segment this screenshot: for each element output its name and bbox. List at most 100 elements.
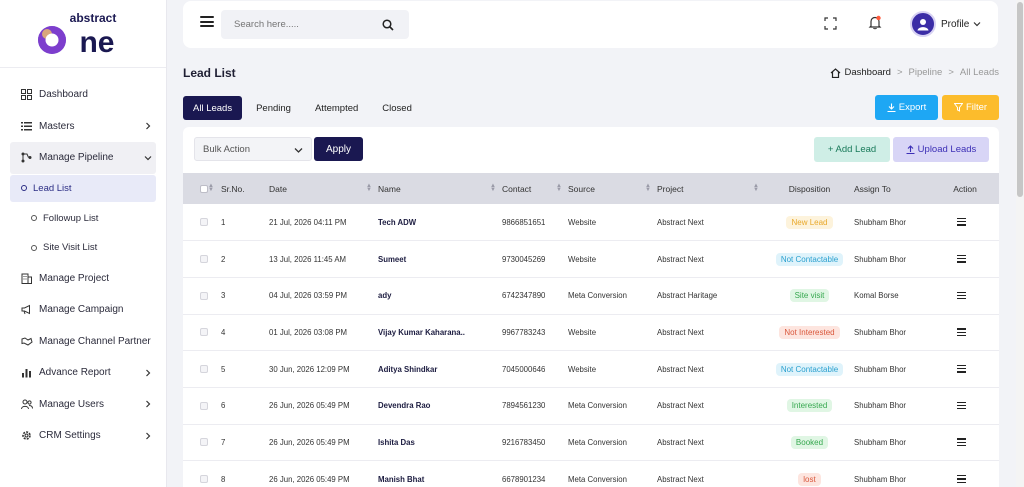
- sort-icon[interactable]: ▲ ▼: [645, 183, 651, 193]
- building-icon: [20, 272, 33, 285]
- row-checkbox[interactable]: [200, 328, 208, 337]
- tab-all-leads[interactable]: All Leads: [183, 96, 243, 120]
- breadcrumb-home[interactable]: Dashboard: [830, 67, 891, 78]
- row-name[interactable]: Vijay Kumar Kaharana..: [378, 314, 502, 351]
- row-name[interactable]: Devendra Rao: [378, 387, 502, 424]
- sidebar-item-advance-report[interactable]: Advance Report: [0, 357, 166, 389]
- sidebar-item-manage-channel-partner[interactable]: Manage Channel Partner: [0, 326, 166, 358]
- column-header-disposition[interactable]: Disposition: [765, 173, 854, 204]
- breadcrumb-item-dashboard[interactable]: Dashboard: [844, 67, 890, 78]
- column-header-assign-to[interactable]: Assign To: [854, 173, 931, 204]
- row-name[interactable]: Sumeet: [378, 241, 502, 278]
- row-action-menu-icon[interactable]: [957, 475, 966, 483]
- column-header-contact[interactable]: Contact ▲ ▼: [502, 173, 568, 204]
- sidebar-subitem-followup-list[interactable]: Followup List: [10, 204, 156, 234]
- page-scrollbar[interactable]: [1016, 0, 1024, 487]
- table-row[interactable]: 5 30 Jun, 2026 12:09 PM Aditya Shindkar …: [183, 351, 999, 388]
- bulk-action-select[interactable]: Bulk Action: [194, 137, 312, 161]
- sidebar-item-dashboard[interactable]: Dashboard: [0, 79, 166, 111]
- sidebar-subitem-lead-list[interactable]: Lead List: [10, 174, 156, 202]
- sidebar-item-crm-settings[interactable]: CRM Settings: [0, 420, 166, 452]
- table-row[interactable]: 4 01 Jul, 2026 03:08 PM Vijay Kumar Kaha…: [183, 314, 999, 351]
- search-icon[interactable]: [382, 18, 394, 36]
- row-checkbox[interactable]: [200, 438, 208, 447]
- tab-attempted[interactable]: Attempted: [305, 96, 368, 120]
- export-button[interactable]: Export: [875, 95, 938, 120]
- status-badge: Not Contactable: [775, 362, 844, 376]
- sort-icon[interactable]: ▲ ▼: [753, 183, 759, 193]
- select-all-checkbox[interactable]: [200, 184, 208, 193]
- sidebar-item-masters[interactable]: Masters: [0, 111, 166, 143]
- sidebar-subitem-site-visit-list[interactable]: Site Visit List: [10, 233, 156, 263]
- table-row[interactable]: 8 26 Jun, 2026 05:49 PM Manish Bhat 6678…: [183, 461, 999, 487]
- row-action-menu-icon[interactable]: [957, 218, 966, 226]
- sort-icon[interactable]: ▲ ▼: [490, 183, 496, 193]
- row-action-menu-icon[interactable]: [957, 328, 966, 336]
- menu-toggle-icon[interactable]: [200, 16, 214, 27]
- row-action-menu-icon[interactable]: [957, 401, 966, 410]
- row-checkbox[interactable]: [200, 475, 208, 484]
- row-name[interactable]: Manish Bhat: [378, 461, 502, 487]
- sidebar-item-manage-project[interactable]: Manage Project: [0, 263, 166, 295]
- breadcrumb-item-pipeline[interactable]: Pipeline: [909, 67, 943, 78]
- scrollbar-thumb[interactable]: [1017, 2, 1023, 197]
- add-lead-button[interactable]: + Add Lead: [814, 137, 890, 162]
- row-checkbox[interactable]: [200, 255, 208, 264]
- row-select-cell[interactable]: [183, 241, 221, 278]
- column-header-project[interactable]: Project ▲ ▼: [657, 173, 765, 204]
- sidebar-item-manage-pipeline[interactable]: Manage Pipeline: [10, 142, 156, 174]
- row-select-cell[interactable]: [183, 387, 221, 424]
- tab-pending[interactable]: Pending: [246, 96, 301, 120]
- column-header-srno[interactable]: Sr.No.: [221, 173, 269, 204]
- row-checkbox[interactable]: [200, 401, 208, 410]
- table-row[interactable]: 2 13 Jul, 2026 11:45 AM Sumeet 973004526…: [183, 241, 999, 278]
- row-select-cell[interactable]: [183, 424, 221, 461]
- sidebar-item-manage-users[interactable]: Manage Users: [0, 389, 166, 421]
- top-bar: Profile: [183, 1, 998, 48]
- row-select-cell[interactable]: [183, 277, 221, 314]
- megaphone-icon: [20, 303, 33, 316]
- row-action-menu-icon[interactable]: [957, 438, 966, 447]
- row-select-cell[interactable]: [183, 351, 221, 388]
- row-name[interactable]: Tech ADW: [378, 204, 502, 241]
- row-name[interactable]: Aditya Shindkar: [378, 351, 502, 388]
- table-row[interactable]: 1 21 Jul, 2026 04:11 PM Tech ADW 9866851…: [183, 204, 999, 241]
- row-select-cell[interactable]: [183, 461, 221, 487]
- tab-closed[interactable]: Closed: [372, 96, 422, 120]
- apply-button[interactable]: Apply: [314, 137, 363, 161]
- row-name[interactable]: Ishita Das: [378, 424, 502, 461]
- row-select-cell[interactable]: [183, 314, 221, 351]
- filter-button[interactable]: Filter: [942, 95, 999, 120]
- row-select-cell[interactable]: [183, 204, 221, 241]
- users-icon: [20, 398, 33, 411]
- search-input[interactable]: [234, 19, 374, 30]
- row-checkbox[interactable]: [200, 365, 208, 374]
- sort-icon[interactable]: ▲ ▼: [208, 183, 214, 193]
- table-row[interactable]: 6 26 Jun, 2026 05:49 PM Devendra Rao 789…: [183, 387, 999, 425]
- row-project: Abstract Next: [657, 364, 704, 374]
- row-project: Abstract Next: [657, 474, 704, 484]
- column-header-date[interactable]: Date ▲ ▼: [269, 173, 378, 204]
- profile-menu[interactable]: Profile: [910, 11, 981, 37]
- row-name[interactable]: ady: [378, 277, 502, 314]
- upload-leads-button[interactable]: Upload Leads: [893, 137, 989, 162]
- fullscreen-icon[interactable]: [824, 17, 837, 35]
- sidebar-item-manage-campaign[interactable]: Manage Campaign: [0, 294, 166, 326]
- row-disposition-cell: Booked: [765, 424, 854, 461]
- table-row[interactable]: 7 26 Jun, 2026 05:49 PM Ishita Das 92167…: [183, 424, 999, 461]
- sort-icon[interactable]: ▲ ▼: [556, 183, 562, 193]
- sort-icon[interactable]: ▲ ▼: [366, 183, 372, 193]
- row-checkbox[interactable]: [200, 218, 208, 227]
- select-all-cell[interactable]: ▲ ▼: [183, 173, 221, 204]
- row-action-menu-icon[interactable]: [957, 291, 966, 300]
- row-action-menu-icon[interactable]: [957, 365, 966, 373]
- column-header-source[interactable]: Source ▲ ▼: [568, 173, 657, 204]
- search-box[interactable]: [221, 10, 409, 39]
- row-action-menu-icon[interactable]: [957, 255, 966, 263]
- table-row[interactable]: 3 04 Jul, 2026 03:59 PM ady 6742347890 M…: [183, 277, 999, 315]
- row-contact: 6678901234: [502, 474, 546, 484]
- notification-bell-icon[interactable]: [868, 15, 882, 35]
- row-checkbox[interactable]: [200, 291, 208, 300]
- logo[interactable]: abstract ne: [0, 0, 166, 68]
- column-header-name[interactable]: Name ▲ ▼: [378, 173, 502, 204]
